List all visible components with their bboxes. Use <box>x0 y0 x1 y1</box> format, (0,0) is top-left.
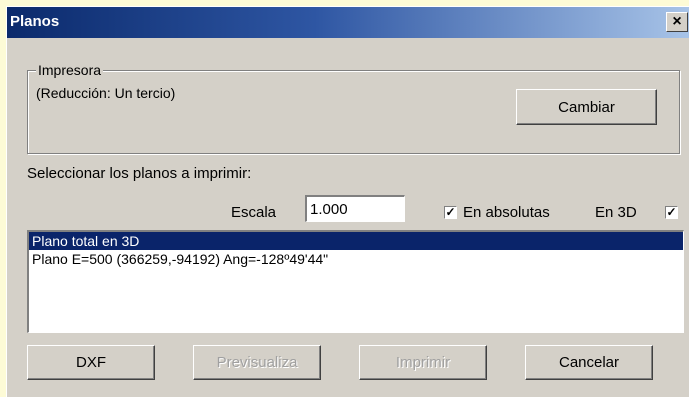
window-title: Planos <box>10 13 60 30</box>
check-icon: ✓ <box>666 205 677 219</box>
print-button[interactable]: Imprimir <box>359 345 487 380</box>
list-item[interactable]: Plano total en 3D <box>29 232 683 250</box>
printer-group-label: Impresora <box>36 62 104 78</box>
close-button[interactable]: × <box>666 12 688 32</box>
scale-input[interactable] <box>305 195 405 222</box>
dxf-button[interactable]: DXF <box>27 345 155 380</box>
plans-listbox[interactable]: Plano total en 3D Plano E=500 (366259,-9… <box>27 230 684 333</box>
preview-button[interactable]: Previsualiza <box>193 345 321 380</box>
absolute-checkbox[interactable]: ✓ <box>444 206 457 219</box>
printer-status: (Reducción: Un tercio) <box>36 85 176 101</box>
check-icon: ✓ <box>445 205 456 219</box>
cancel-button[interactable]: Cancelar <box>525 345 653 380</box>
absolute-label: En absolutas <box>463 204 550 221</box>
title-bar[interactable]: Planos × <box>7 7 689 38</box>
list-item-label: Plano total en 3D <box>32 233 140 249</box>
list-item[interactable]: Plano E=500 (366259,-94192) Ang=-128º49'… <box>29 250 683 268</box>
selection-prompt: Seleccionar los planos a imprimir: <box>27 165 252 182</box>
scale-label: Escala <box>231 204 277 221</box>
close-icon: × <box>672 13 682 30</box>
change-printer-button[interactable]: Cambiar <box>516 89 657 125</box>
list-item-label: Plano E=500 (366259,-94192) Ang=-128º49'… <box>32 251 329 267</box>
three-d-checkbox[interactable]: ✓ <box>665 206 678 219</box>
three-d-label: En 3D <box>595 204 637 221</box>
planos-dialog: Planos × Impresora (Reducción: Un tercio… <box>6 6 689 397</box>
